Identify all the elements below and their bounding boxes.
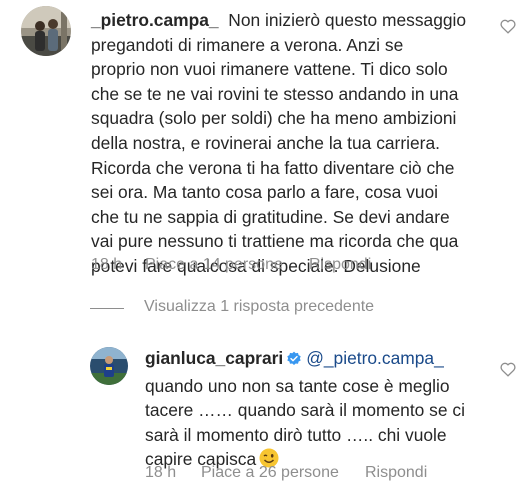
- likes-count-button[interactable]: Piace a 14 persone: [145, 256, 283, 274]
- reply-text-gianluca: gianluca_caprari @_pietro.campa_ quando u…: [145, 348, 465, 470]
- heart-outline-icon[interactable]: [500, 19, 516, 34]
- mention-link[interactable]: @_pietro.campa_: [306, 348, 444, 368]
- likes-count-button[interactable]: Piace a 26 persone: [201, 464, 339, 482]
- heart-outline-icon[interactable]: [500, 362, 516, 377]
- verified-badge-icon: [286, 349, 302, 374]
- avatar-pietro[interactable]: [21, 6, 71, 56]
- reply-button[interactable]: Rispondi: [365, 464, 427, 482]
- reply-button[interactable]: Rispondi: [309, 256, 371, 274]
- divider-line: [90, 308, 124, 309]
- timestamp: 18 h: [91, 256, 123, 273]
- timestamp: 18 h: [145, 464, 177, 481]
- view-replies-label: Visualizza 1 risposta precedente: [144, 298, 375, 315]
- avatar-gianluca[interactable]: [90, 347, 128, 385]
- comment-text-pietro: _pietro.campa_ Non inizierò questo messa…: [91, 10, 467, 276]
- username-pietro[interactable]: _pietro.campa_: [91, 10, 219, 30]
- comment-meta-pietro: 18 h Piace a 14 persone Rispondi: [91, 256, 511, 276]
- reply-meta-gianluca: 18 h Piace a 26 persone Rispondi: [145, 464, 515, 484]
- username-gianluca[interactable]: gianluca_caprari: [145, 348, 283, 368]
- view-previous-replies-button[interactable]: Visualizza 1 risposta precedente: [90, 298, 380, 318]
